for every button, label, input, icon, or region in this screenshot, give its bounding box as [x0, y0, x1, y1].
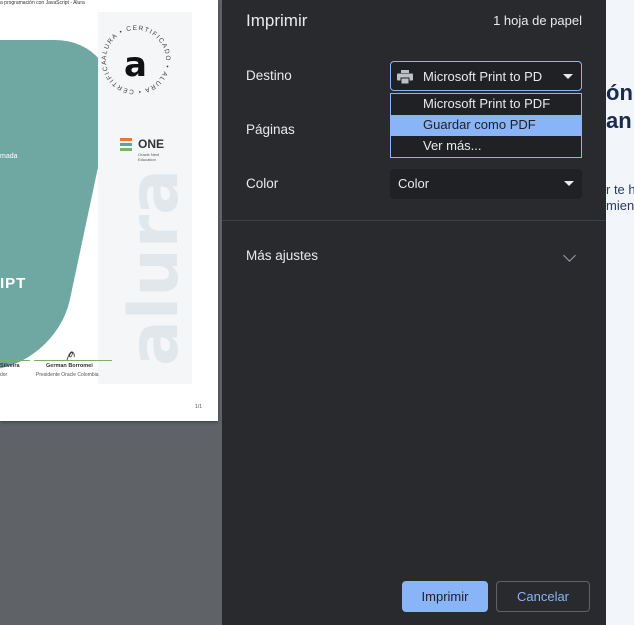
background-heading-fragment: ón [606, 80, 633, 105]
chevron-down-icon[interactable] [563, 249, 576, 262]
certificate-page: a programación con JavaScript - Alura al… [0, 0, 218, 421]
cancel-button[interactable]: Cancelar [496, 581, 590, 612]
section-divider [222, 220, 606, 221]
signer-role: Presidente Oracle Colombia [36, 372, 99, 378]
destination-label: Destino [246, 68, 292, 83]
signature-line [0, 360, 30, 361]
destination-dropdown: Microsoft Print to PDF Guardar como PDF … [390, 93, 582, 158]
color-value: Color [398, 176, 430, 191]
background-text-fragment: mien [606, 198, 634, 213]
one-logo-name: ONE [138, 137, 165, 151]
print-button[interactable]: Imprimir [402, 581, 488, 612]
printer-icon [397, 70, 413, 84]
pages-label: Páginas [246, 122, 295, 137]
dropdown-option-save-as-pdf[interactable]: Guardar como PDF [391, 115, 581, 136]
certificate-text-fragment: mada [0, 153, 18, 160]
print-preview-area: a programación con JavaScript - Alura al… [0, 0, 222, 625]
one-logo: ONE Oracle Next Education [120, 137, 164, 162]
one-logo-icon [120, 138, 132, 151]
print-dialog: Imprimir 1 hoja de papel Destino Microso… [222, 0, 606, 625]
destination-value: Microsoft Print to PD [423, 69, 543, 84]
signer-role: dor [0, 372, 8, 378]
page-number: 1/1 [195, 404, 202, 410]
signer-name: Silveira [0, 363, 20, 369]
page-header-text: a programación con JavaScript - Alura [0, 0, 85, 6]
chevron-down-icon [563, 74, 573, 79]
certificate-course-fragment: IPT [0, 275, 27, 292]
signer-name: German Borromei [46, 363, 93, 369]
dialog-title: Imprimir [246, 11, 308, 30]
one-logo-subtitle: Oracle Next Education [138, 152, 160, 162]
dropdown-option-see-more[interactable]: Ver más... [391, 136, 581, 157]
background-heading-fragment: an [606, 108, 632, 133]
destination-select[interactable]: Microsoft Print to PD [390, 61, 582, 91]
background-text-fragment: r te h [606, 182, 634, 197]
color-label: Color [246, 176, 279, 191]
sheet-count: 1 hoja de papel [493, 13, 582, 28]
signature-line [34, 360, 112, 361]
dropdown-option-microsoft-print-to-pdf[interactable]: Microsoft Print to PDF [391, 94, 581, 115]
chevron-down-icon [564, 181, 574, 186]
background-webpage: ón an r te h mien [606, 0, 634, 625]
color-select[interactable]: Color [390, 169, 582, 199]
more-settings-toggle[interactable]: Más ajustes [246, 248, 318, 263]
alura-logo: a [124, 45, 147, 85]
